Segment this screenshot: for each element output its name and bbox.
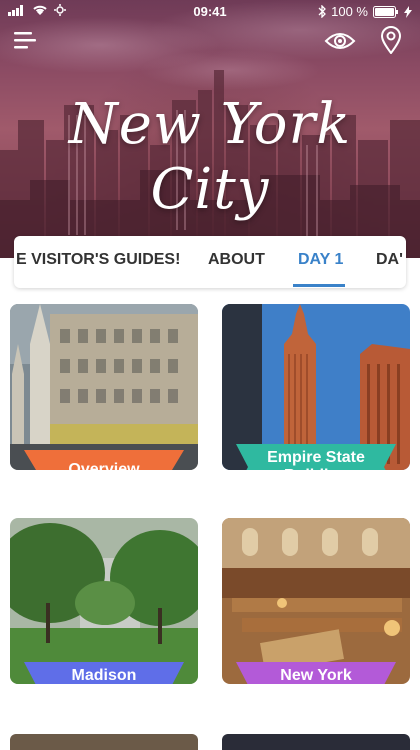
eye-icon [324,33,356,49]
tab-visitors-guides[interactable]: E VISITOR'S GUIDES! [16,236,180,288]
card-madison-square[interactable]: Madison Square [10,518,198,684]
empire-state-ribbon: Empire State Building [236,444,396,470]
city-title: New York City [68,92,352,222]
public-library-ribbon: New York Public Library [236,662,396,684]
hero-header: 09:41 100 % New York City [0,0,420,258]
overview-label: Overview [68,461,140,470]
tab-about[interactable]: ABOUT [208,236,265,288]
location-button[interactable] [380,26,402,55]
menu-button[interactable] [14,30,38,50]
active-tab-indicator [293,284,345,287]
view-button[interactable] [324,30,356,52]
status-bar: 09:41 100 % [0,0,420,22]
overview-photo [10,304,198,470]
card-partial-right[interactable] [222,734,410,750]
charging-icon [404,5,412,18]
card-partial-left[interactable] [10,734,198,750]
madison-square-ribbon: Madison Square [24,662,184,684]
overview-ribbon: Overview [24,450,184,470]
tab-bar: E VISITOR'S GUIDES! ABOUT DAY 1 DA' [14,236,406,288]
empire-state-label: Empire State Building [267,449,365,470]
status-right-icons: 100 % [318,4,412,19]
card-empire-state-building[interactable]: Empire State Building [222,304,410,470]
madison-square-label: Madison Square [71,667,137,684]
card-overview[interactable]: Overview [10,304,198,470]
battery-icon [373,5,398,18]
public-library-photo [222,518,410,684]
tab-day-2[interactable]: DA' [376,236,403,288]
tab-day-1[interactable]: DAY 1 [298,236,343,288]
battery-percent: 100 % [331,4,368,19]
public-library-label: New York Public Library [280,667,352,684]
bluetooth-icon [318,5,327,18]
location-pin-icon [380,26,402,55]
madison-square-photo [10,518,198,684]
menu-icon [14,32,36,49]
card-new-york-public-library[interactable]: New York Public Library [222,518,410,684]
